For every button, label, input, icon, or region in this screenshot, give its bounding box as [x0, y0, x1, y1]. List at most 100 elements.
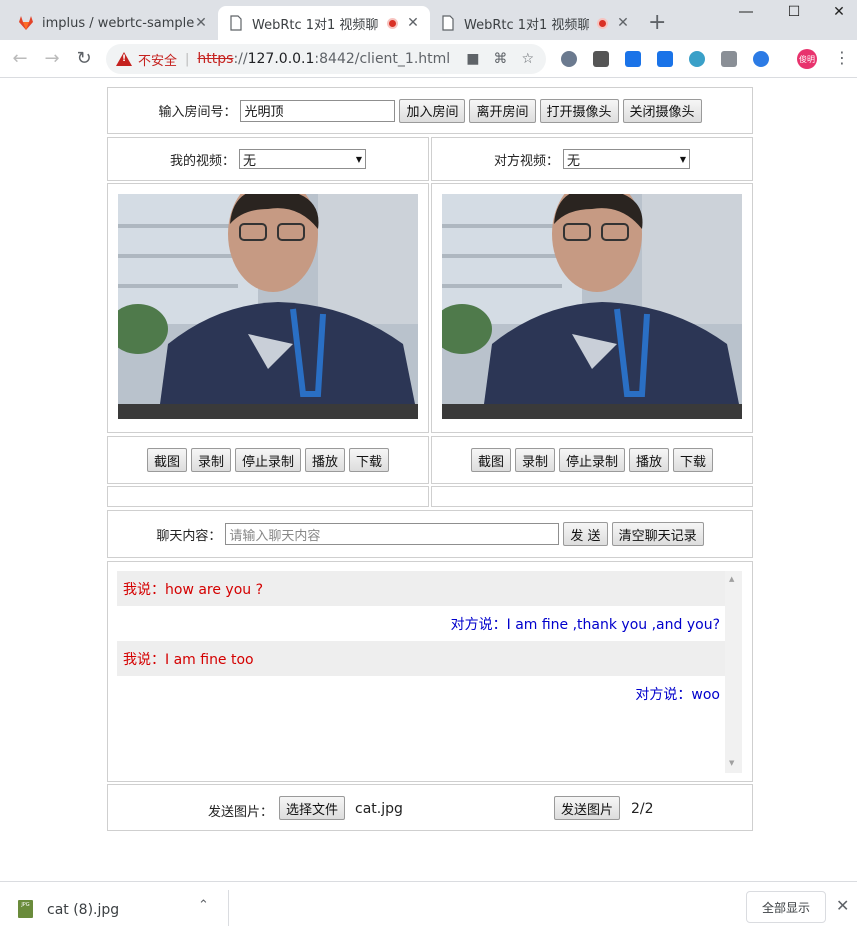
- close-icon[interactable]: ✕: [616, 15, 630, 31]
- local-video[interactable]: [118, 194, 418, 419]
- send-image-label: 发送图片：: [208, 805, 274, 820]
- close-camera-button[interactable]: 关闭摄像头: [622, 98, 702, 123]
- recording-icon: [597, 17, 608, 29]
- tab-title: WebRtc 1对1 视频聊天: [464, 17, 589, 33]
- tab-gitlab[interactable]: implus / webrtc-samples ✕: [8, 6, 218, 40]
- download-shelf: JPG cat (8).jpg ⌃ 全部显示 ✕: [0, 881, 857, 931]
- dropdown-arrow-icon: ▼: [679, 154, 686, 164]
- tab-strip: implus / webrtc-samples ✕ WebRtc 1对1 视频聊…: [0, 0, 857, 40]
- room-input[interactable]: 光明顶: [240, 99, 396, 122]
- window-close-icon[interactable]: ✕: [815, 0, 857, 24]
- extension-icon[interactable]: [689, 51, 705, 67]
- extension-icon[interactable]: [753, 51, 769, 67]
- leave-room-button[interactable]: 离开房间: [469, 98, 536, 123]
- gitlab-icon: [19, 16, 33, 30]
- chat-message: 对方说：woo: [635, 686, 720, 703]
- reload-icon[interactable]: ↻: [73, 48, 95, 69]
- local-stop-record-button[interactable]: 停止录制: [234, 448, 301, 472]
- local-snapshot-button[interactable]: 截图: [146, 448, 187, 472]
- chat-input-panel: 聊天内容： 请输入聊天内容 发 送 清空聊天记录: [107, 510, 753, 558]
- chat-message: 对方说：I am fine ,thank you ,and you?: [450, 616, 720, 633]
- chat-input[interactable]: 请输入聊天内容: [225, 523, 560, 545]
- extension-icon[interactable]: [721, 51, 737, 67]
- back-icon[interactable]: ←: [9, 48, 31, 69]
- remote-snapshot-button[interactable]: 截图: [470, 448, 511, 472]
- remote-video-label: 对方视频：: [493, 153, 559, 169]
- close-icon[interactable]: ✕: [406, 15, 420, 31]
- chevron-up-icon[interactable]: ⌃: [198, 898, 209, 913]
- chat-scrollbar[interactable]: ▲ ▼: [725, 571, 742, 773]
- send-image-panel: 发送图片： 选择文件 cat.jpg 发送图片 2/2: [107, 784, 753, 831]
- show-all-button[interactable]: 全部显示: [746, 891, 826, 923]
- close-icon[interactable]: ✕: [194, 15, 208, 31]
- send-image-button[interactable]: 发送图片: [554, 796, 621, 820]
- dropdown-arrow-icon: ▼: [355, 154, 362, 164]
- divider: [228, 890, 229, 926]
- close-icon[interactable]: ✕: [836, 896, 849, 915]
- bookmark-star-icon[interactable]: ☆: [521, 51, 534, 67]
- url-separator: ://: [233, 51, 248, 67]
- url-host: 127.0.0.1: [247, 51, 315, 67]
- local-select-panel: 我的视频： 无 ▼: [107, 137, 429, 181]
- open-camera-button[interactable]: 打开摄像头: [539, 98, 619, 123]
- remote-video[interactable]: [442, 194, 742, 419]
- warning-icon: [116, 52, 132, 66]
- jpg-file-icon: JPG: [18, 900, 33, 918]
- tab-webrtc[interactable]: WebRtc 1对1 视频聊天 ✕: [430, 6, 640, 40]
- tab-title: WebRtc 1对1 视频聊天: [252, 17, 379, 33]
- send-message-button[interactable]: 发 送: [563, 522, 608, 546]
- translate-icon[interactable]: ⌘: [493, 51, 507, 67]
- extension-icon[interactable]: [561, 51, 577, 67]
- chosen-file-name: cat.jpg: [355, 801, 403, 817]
- chat-message: 我说：I am fine too: [117, 641, 742, 676]
- clear-chat-button[interactable]: 清空聊天记录: [611, 522, 704, 546]
- tab-title: implus / webrtc-samples: [42, 15, 194, 31]
- remote-status-area: [431, 486, 753, 507]
- url-scheme: https: [197, 51, 234, 67]
- local-download-button[interactable]: 下载: [349, 448, 390, 472]
- remote-record-button[interactable]: 录制: [514, 448, 555, 472]
- camera-icon[interactable]: ■: [466, 51, 479, 67]
- local-video-label: 我的视频：: [169, 153, 235, 169]
- select-value: 无: [243, 153, 257, 169]
- minimize-icon[interactable]: ―: [722, 0, 770, 24]
- local-record-button[interactable]: 录制: [190, 448, 231, 472]
- local-video-select[interactable]: 无 ▼: [239, 149, 366, 169]
- profile-avatar[interactable]: 俊明: [797, 49, 817, 69]
- local-play-button[interactable]: 播放: [305, 448, 346, 472]
- choose-file-button[interactable]: 选择文件: [279, 796, 346, 820]
- camera-frame-image: [118, 194, 418, 419]
- select-value: 无: [567, 153, 581, 169]
- remote-controls-panel: 截图 录制 停止录制 播放 下载: [431, 436, 753, 484]
- recording-icon: [387, 17, 398, 29]
- remote-download-button[interactable]: 下载: [673, 448, 714, 472]
- scroll-up-icon[interactable]: ▲: [729, 575, 734, 583]
- address-bar[interactable]: 不安全 | https://127.0.0.1:8442/client_1.ht…: [106, 44, 546, 74]
- maximize-icon[interactable]: ☐: [770, 0, 818, 24]
- more-menu-icon[interactable]: ⋮: [834, 48, 850, 67]
- url-path: :8442/client_1.html: [314, 51, 451, 67]
- scroll-down-icon[interactable]: ▼: [729, 759, 734, 767]
- remote-play-button[interactable]: 播放: [629, 448, 670, 472]
- remote-select-panel: 对方视频： 无 ▼: [431, 137, 753, 181]
- new-tab-icon[interactable]: +: [648, 10, 666, 35]
- extension-icon[interactable]: [657, 51, 673, 67]
- local-controls-panel: 截图 录制 停止录制 播放 下载: [107, 436, 429, 484]
- chat-log[interactable]: 我说：how are you ? 对方说：I am fine ,thank yo…: [117, 571, 742, 773]
- security-label: 不安全: [138, 53, 178, 69]
- browser-toolbar: ← → ↻ 不安全 | https://127.0.0.1:8442/clien…: [0, 40, 857, 78]
- forward-icon[interactable]: →: [41, 48, 63, 69]
- tab-webrtc-active[interactable]: WebRtc 1对1 视频聊天 ✕: [218, 6, 430, 40]
- room-panel: 输入房间号： 光明顶 加入房间 离开房间 打开摄像头 关闭摄像头: [107, 87, 753, 134]
- extension-icon[interactable]: [625, 51, 641, 67]
- chat-message: 我说：how are you ?: [117, 571, 742, 606]
- extension-icon[interactable]: [593, 51, 609, 67]
- chat-label: 聊天内容：: [156, 528, 222, 544]
- remote-stop-record-button[interactable]: 停止录制: [558, 448, 625, 472]
- page-icon: [442, 15, 454, 31]
- download-file-name[interactable]: cat (8).jpg: [47, 902, 119, 918]
- local-status-area: [107, 486, 429, 507]
- page-icon: [230, 15, 242, 31]
- join-room-button[interactable]: 加入房间: [399, 98, 466, 123]
- remote-video-select[interactable]: 无 ▼: [563, 149, 690, 169]
